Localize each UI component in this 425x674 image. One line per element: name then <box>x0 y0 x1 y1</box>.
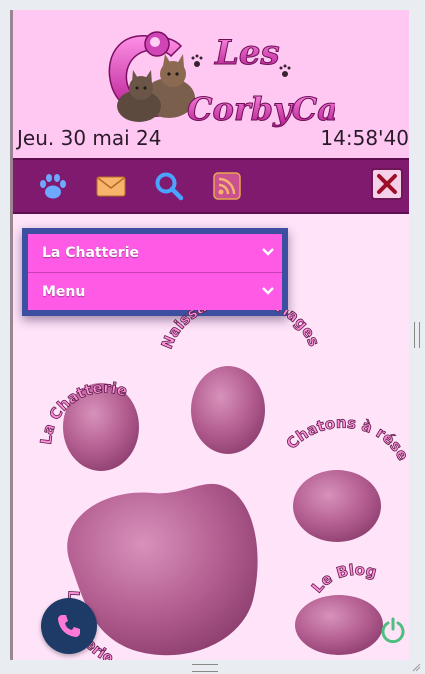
current-time: 14:58'40 <box>320 126 409 150</box>
menu-item-label: Menu <box>42 283 86 300</box>
search-icon[interactable] <box>153 170 185 202</box>
close-icon <box>377 174 397 194</box>
paw-print-decoration-left <box>191 54 203 67</box>
chevron-down-icon <box>262 287 274 295</box>
top-navbar <box>13 158 409 214</box>
current-date: Jeu. 30 mai 24 <box>17 126 162 150</box>
mail-icon[interactable] <box>95 170 127 202</box>
logo-text-les: Les <box>214 33 280 73</box>
toe-label-naissances-mariages: Naissances Mariages <box>158 310 323 352</box>
phone-button[interactable] <box>41 598 97 654</box>
paw-print-decoration-right <box>279 64 291 77</box>
phone-icon <box>58 615 80 637</box>
rss-icon[interactable] <box>211 170 243 202</box>
corbycats-logo[interactable]: Les CorbyCats <box>95 22 335 130</box>
toe-naissances-mariages[interactable] <box>191 366 265 454</box>
resize-corner-icon[interactable] <box>411 662 421 672</box>
dropdown-menu: La Chatterie Menu <box>22 228 288 316</box>
scrollbar-handle[interactable] <box>414 322 420 348</box>
bottom-resize-handle[interactable] <box>192 664 218 672</box>
menu-item-la-chatterie[interactable]: La Chatterie <box>28 234 282 272</box>
menu-item-label: La Chatterie <box>42 245 140 261</box>
menu-item-menu[interactable]: Menu <box>28 272 282 310</box>
chevron-down-icon <box>262 248 274 256</box>
power-icon[interactable] <box>379 616 407 644</box>
logo-text-corbycats: CorbyCats <box>187 90 335 128</box>
close-button[interactable] <box>371 168 403 200</box>
toe-le-blog[interactable] <box>295 595 383 655</box>
site-header: Les CorbyCats Jeu. 30 mai 24 14:58'40 <box>13 10 409 158</box>
paw-icon[interactable] <box>37 170 69 202</box>
toe-chatons-a-reserver[interactable] <box>293 470 381 542</box>
page-viewport: Les CorbyCats Jeu. 30 mai 24 14:58'40 <box>10 10 409 660</box>
toe-label-le-blog: Le Blog <box>308 561 378 597</box>
